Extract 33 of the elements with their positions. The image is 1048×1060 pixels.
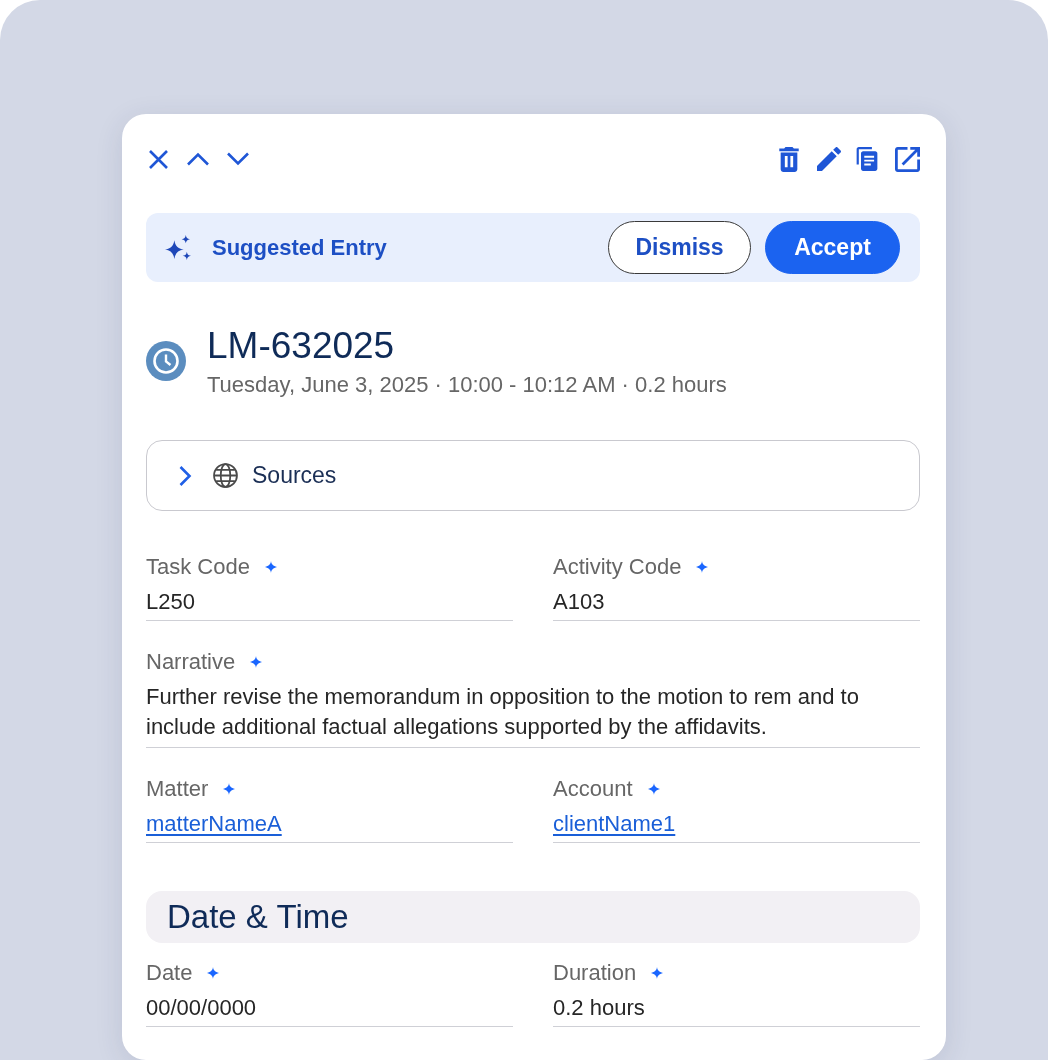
field-label: Task Code [146,553,250,581]
text-field[interactable]: L250 [146,587,513,621]
close-icon[interactable] [148,148,169,170]
field-label: Narrative [146,648,236,676]
banner-title: Suggested Entry [212,234,387,262]
link-field[interactable]: matterNameA [146,809,513,843]
globe-icon [213,463,238,488]
copy-icon[interactable] [856,147,878,171]
text-field[interactable]: 0.2 hours [553,993,920,1027]
field-label: Activity Code [553,553,682,581]
dismiss-button[interactable]: Dismiss [608,221,751,274]
value-link[interactable]: matterNameA [146,811,282,836]
section-header: Date & Time [146,891,920,943]
field-label: Account [553,775,633,803]
text-area-field[interactable]: Further revise the memorandum in opposition to the motion to rem and to include additional factual allegations supported by the affidavits. [146,682,920,748]
sources-toggle[interactable]: Sources [146,440,920,511]
text-field[interactable]: 00/00/0000 [146,993,513,1027]
value-link[interactable]: clientName1 [553,811,676,836]
chevron-down-icon[interactable] [226,152,250,166]
pencil-icon[interactable] [817,147,841,171]
entry-title: LM-632025 [207,326,396,366]
entry-subtitle: Tuesday, June 3, 2025 · 10:00 - 10:12 AM · 0.2 hours [207,371,727,399]
field-label: Date [146,959,193,987]
accept-button[interactable]: Accept [765,221,900,274]
link-field[interactable]: clientName1 [553,809,920,843]
clock-icon [146,341,186,381]
trash-icon[interactable] [779,146,799,172]
field-label: Matter [146,775,209,803]
chevron-up-icon[interactable] [186,152,210,166]
external-link-icon[interactable] [895,146,920,172]
field-label: Duration [553,959,637,987]
text-field[interactable]: A103 [553,587,920,621]
sparkles-icon [165,235,191,260]
